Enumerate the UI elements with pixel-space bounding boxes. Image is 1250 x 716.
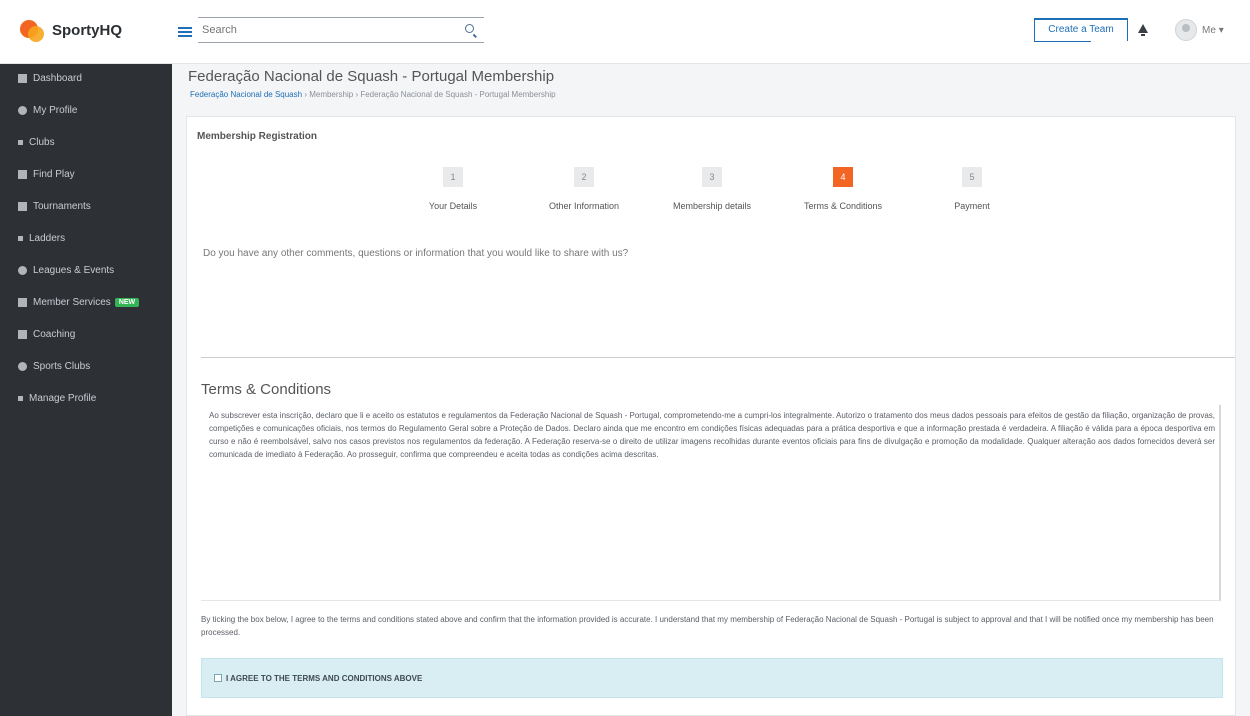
globe-icon <box>18 265 27 275</box>
search-input[interactable] <box>198 18 448 42</box>
main-content: Federação Nacional de Squash - Portugal … <box>172 64 1250 716</box>
sidebar-item-label: Leagues & Events <box>33 264 115 276</box>
sidebar-item-label: Clubs <box>29 136 55 148</box>
agree-description: By ticking the box below, I agree to the… <box>201 615 1214 637</box>
sidebar-item-leagues[interactable]: Leagues & Events <box>0 256 172 284</box>
sidebar-item-find-play[interactable]: Find Play <box>0 160 172 188</box>
wizard-step-1[interactable]: 1 Your Details <box>398 167 508 211</box>
trophy-icon <box>18 201 27 211</box>
terms-text: Ao subscrever esta inscrição, declaro qu… <box>209 411 1215 459</box>
sidebar-item-dashboard[interactable]: Dashboard <box>0 64 172 92</box>
sidebar-item-sports-clubs[interactable]: Sports Clubs <box>0 352 172 380</box>
step-label: Other Information <box>548 201 620 211</box>
sidebar-item-label: Tournaments <box>33 200 91 212</box>
logo[interactable]: SportyHQ <box>18 16 122 44</box>
search-icon[interactable] <box>465 24 474 33</box>
sidebar-item-label: Manage Profile <box>29 392 97 404</box>
app-name: SportyHQ <box>52 21 123 39</box>
sidebar-item-clubs[interactable]: Clubs <box>0 128 172 156</box>
step-label: Payment <box>954 201 990 211</box>
step-number: 5 <box>962 167 982 187</box>
user-label: Me <box>1202 25 1216 36</box>
menu-icon[interactable] <box>178 27 192 37</box>
home-icon <box>18 73 27 83</box>
sidebar-item-label: Dashboard <box>33 72 82 84</box>
search-box <box>198 17 484 43</box>
plus-icon <box>18 169 27 179</box>
terms-title: Terms & Conditions <box>201 381 332 398</box>
sidebar-item-manage-profile[interactable]: Manage Profile <box>0 384 172 412</box>
ladder-icon <box>18 235 23 241</box>
terms-box[interactable]: Ao subscrever esta inscrição, declaro qu… <box>201 405 1221 601</box>
sidebar-item-label: Find Play <box>33 168 75 180</box>
sidebar-item-coaching[interactable]: Coaching <box>0 320 172 348</box>
create-team-button[interactable]: Create a Team <box>1034 18 1128 42</box>
briefcase-icon <box>18 297 27 307</box>
dot-icon <box>18 139 23 145</box>
sidebar-item-tournaments[interactable]: Tournaments <box>0 192 172 220</box>
wizard-step-5[interactable]: 5 Payment <box>917 167 1027 211</box>
user-menu[interactable]: Me ▾ <box>1202 25 1224 36</box>
step-label: Your Details <box>428 201 478 211</box>
sidebar-item-profile[interactable]: My Profile <box>0 96 172 124</box>
avatar[interactable] <box>1175 19 1197 41</box>
sidebar-item-ladders[interactable]: Ladders <box>0 224 172 252</box>
wizard-step-3[interactable]: 3 Membership details <box>657 167 767 211</box>
agree-label: I AGREE TO THE TERMS AND CONDITIONS ABOV… <box>226 673 423 683</box>
step-number: 3 <box>702 167 722 187</box>
sidebar-item-label: Coaching <box>33 328 76 340</box>
step-number: 4 <box>833 167 853 187</box>
whistle-icon <box>18 329 27 339</box>
page-title: Federação Nacional de Squash - Portugal … <box>188 68 555 85</box>
breadcrumb-rest: › Membership › Federação Nacional de Squ… <box>304 90 556 99</box>
comments-textarea[interactable]: Do you have any other comments, question… <box>201 232 1235 358</box>
step-number: 1 <box>443 167 463 187</box>
sidebar-item-label: Ladders <box>29 232 66 244</box>
sidebar-item-label: Member Services <box>33 296 111 308</box>
sidebar-item-label: Sports Clubs <box>33 360 91 372</box>
panel-header: Membership Registration <box>197 131 318 142</box>
breadcrumb: Federação Nacional de Squash › Membershi… <box>190 90 556 99</box>
step-number: 2 <box>574 167 594 187</box>
comments-question: Do you have any other comments, question… <box>203 248 629 259</box>
step-label: Terms & Conditions <box>803 201 883 211</box>
wizard-step-2[interactable]: 2 Other Information <box>529 167 639 211</box>
sidebar: Dashboard My Profile Clubs Find Play Tou… <box>0 64 172 716</box>
sidebar-item-label: My Profile <box>33 104 78 116</box>
settings-icon <box>18 395 23 401</box>
agree-checkbox[interactable] <box>214 674 222 682</box>
agree-checkbox-row[interactable]: I AGREE TO THE TERMS AND CONDITIONS ABOV… <box>201 658 1223 698</box>
registration-panel: Membership Registration 1 Your Details 2… <box>186 116 1236 716</box>
shield-icon <box>18 361 27 371</box>
chevron-down-icon: ▾ <box>1218 25 1224 36</box>
sidebar-item-member-services[interactable]: Member Services NEW <box>0 288 172 316</box>
wizard-step-4[interactable]: 4 Terms & Conditions <box>788 167 898 211</box>
user-icon <box>18 105 27 115</box>
new-badge: NEW <box>114 297 140 307</box>
notification-icon[interactable] <box>1138 24 1148 36</box>
breadcrumb-link[interactable]: Federação Nacional de Squash <box>190 90 302 99</box>
step-label: Membership details <box>672 201 752 211</box>
top-bar: SportyHQ Create a Team Me ▾ <box>0 0 1250 64</box>
logo-icon <box>18 16 46 44</box>
